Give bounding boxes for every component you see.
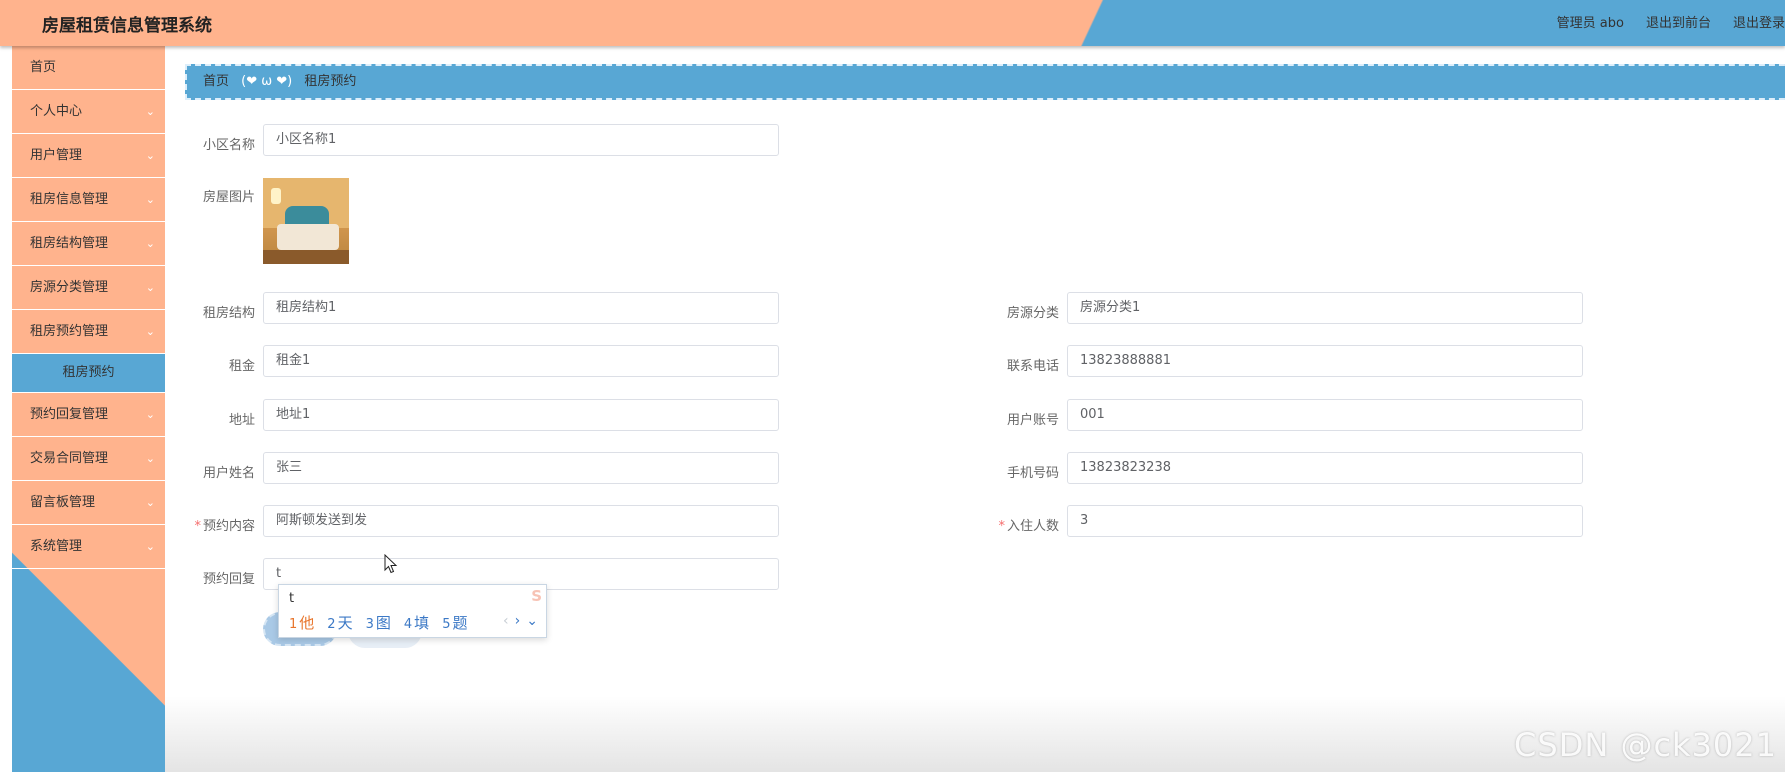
ime-expand-icon[interactable]: ⌄: [526, 613, 538, 629]
chevron-down-icon: ⌄: [145, 452, 155, 465]
phone-input[interactable]: 13823888881: [1067, 345, 1583, 377]
chevron-down-icon: ⌄: [145, 237, 155, 250]
ime-candidate[interactable]: 3图: [366, 612, 391, 633]
mouse-cursor-icon: [384, 554, 398, 574]
chevron-down-icon: ⌄: [145, 105, 155, 118]
sidebar-item-reply-management[interactable]: 预约回复管理 ⌄: [12, 393, 165, 437]
ime-candidate[interactable]: 4填: [404, 612, 429, 633]
chevron-down-icon: ⌄: [145, 193, 155, 206]
ime-candidate[interactable]: 5题: [442, 612, 467, 633]
occupants-label: * 入住人数: [959, 515, 1059, 534]
ime-logo-icon: S: [531, 587, 542, 605]
logout-link[interactable]: 退出登录: [1733, 12, 1785, 31]
sidebar-item-rental-structure[interactable]: 租房结构管理 ⌄: [12, 222, 165, 266]
photo-headboard: [285, 206, 329, 224]
rent-label: 租金: [228, 359, 255, 374]
ime-candidate[interactable]: 1他: [289, 612, 314, 633]
mobile-input[interactable]: 13823823238: [1067, 452, 1583, 484]
photo-lamp: [271, 188, 281, 204]
header-actions: 管理员 abo 退出到前台 退出登录: [1557, 12, 1785, 31]
sidebar-item-message-board[interactable]: 留言板管理 ⌄: [12, 481, 165, 525]
sidebar-item-label: 房源分类管理: [30, 280, 109, 295]
required-mark: *: [194, 519, 201, 534]
occupants-input[interactable]: 3: [1067, 505, 1583, 537]
sidebar-item-label: 系统管理: [30, 539, 83, 554]
photo-floor: [263, 250, 349, 264]
ime-prev-icon[interactable]: ‹: [503, 613, 509, 629]
booking-label: * 预约内容: [155, 515, 255, 534]
structure-input[interactable]: 租房结构1: [263, 292, 779, 324]
community-input[interactable]: 小区名称1: [263, 124, 779, 156]
sidebar-item-label: 租房预约管理: [30, 324, 109, 339]
sidebar-subitem-booking[interactable]: 租房预约: [12, 354, 165, 393]
booking-content-input[interactable]: 阿斯顿发送到发: [263, 505, 779, 537]
community-label: 小区名称: [202, 138, 255, 153]
chevron-down-icon: ⌄: [145, 540, 155, 553]
booking-label-text: 预约内容: [202, 519, 255, 534]
sidebar-item-label: 用户管理: [30, 148, 83, 163]
chevron-down-icon: ⌄: [145, 408, 155, 421]
mobile-label: 手机号码: [1006, 466, 1059, 481]
breadcrumb-current: 租房预约: [304, 74, 357, 89]
sidebar-item-contract-management[interactable]: 交易合同管理 ⌄: [12, 437, 165, 481]
sidebar-item-label: 交易合同管理: [30, 451, 109, 466]
sidebar-item-user-management[interactable]: 用户管理 ⌄: [12, 134, 165, 178]
category-input[interactable]: 房源分类1: [1067, 292, 1583, 324]
breadcrumb: 首页 (❤ ω ❤) 租房预约: [185, 64, 1785, 100]
sidebar-menu: 首页 个人中心 ⌄ 用户管理 ⌄ 租房信息管理 ⌄ 租房结构管理 ⌄ 房源分类管理 ⌄ 租…: [12, 46, 165, 569]
current-user: 管理员 abo: [1556, 16, 1624, 31]
username-input[interactable]: 张三: [263, 452, 779, 484]
sidebar-item-house-category[interactable]: 房源分类管理 ⌄: [12, 266, 165, 310]
phone-label: 联系电话: [1006, 359, 1059, 374]
sidebar: 首页 个人中心 ⌄ 用户管理 ⌄ 租房信息管理 ⌄ 租房结构管理 ⌄ 房源分类管理 ⌄ 租…: [12, 46, 165, 772]
sidebar-item-label: 预约回复管理: [30, 407, 109, 422]
structure-label: 租房结构: [202, 306, 255, 321]
chevron-down-icon: ⌄: [145, 281, 155, 294]
rent-input[interactable]: 租金1: [263, 345, 779, 377]
app-title: 房屋租赁信息管理系统: [42, 16, 212, 36]
address-label: 地址: [228, 413, 255, 428]
house-photo: [263, 178, 349, 264]
sidebar-item-label: 租房信息管理: [30, 192, 109, 207]
watermark: CSDN @ck3021: [1514, 726, 1777, 764]
ime-composition: t: [289, 591, 295, 606]
sidebar-item-label: 留言板管理: [30, 495, 96, 510]
breadcrumb-separator: (❤ ω ❤): [241, 74, 293, 89]
chevron-down-icon: ⌄: [145, 496, 155, 509]
front-page-link[interactable]: 退出到前台: [1646, 12, 1711, 31]
sidebar-item-home[interactable]: 首页: [12, 46, 165, 90]
sidebar-item-booking-management[interactable]: 租房预约管理 ⌄: [12, 310, 165, 354]
left-edge-strip: [0, 46, 12, 772]
ime-next-icon[interactable]: ›: [515, 613, 521, 629]
category-label: 房源分类: [1006, 306, 1059, 321]
ime-candidate[interactable]: 2天: [327, 612, 352, 633]
sidebar-item-rental-info[interactable]: 租房信息管理 ⌄: [12, 178, 165, 222]
top-header: 房屋租赁信息管理系统 管理员 abo 退出到前台 退出登录: [0, 0, 1785, 46]
ime-candidate-popup: t S 1他 2天 3图 4填 5题 ‹ › ⌄: [278, 584, 547, 638]
address-input[interactable]: 地址1: [263, 399, 779, 431]
ime-candidates: 1他 2天 3图 4填 5题: [289, 612, 467, 633]
reply-label: 预约回复: [202, 572, 255, 587]
required-mark: *: [998, 519, 1005, 534]
sidebar-item-personal-center[interactable]: 个人中心 ⌄: [12, 90, 165, 134]
photo-bed: [277, 224, 339, 250]
sidebar-item-label: 个人中心: [30, 104, 83, 119]
breadcrumb-home[interactable]: 首页: [203, 74, 229, 89]
sidebar-item-label: 租房结构管理: [30, 236, 109, 251]
sidebar-item-system[interactable]: 系统管理 ⌄: [12, 525, 165, 569]
account-label: 用户账号: [1006, 413, 1059, 428]
occupants-label-text: 入住人数: [1006, 519, 1059, 534]
ime-nav: ‹ › ⌄: [503, 613, 538, 629]
chevron-down-icon: ⌄: [145, 149, 155, 162]
chevron-down-icon: ⌄: [145, 325, 155, 338]
sidebar-item-label: 首页: [30, 60, 57, 75]
account-input[interactable]: 001: [1067, 399, 1583, 431]
photo-label: 房屋图片: [202, 190, 255, 205]
username-label: 用户姓名: [202, 466, 255, 481]
main-content: 首页 (❤ ω ❤) 租房预约 小区名称 小区名称1 房屋图片 租房结构 租房结…: [165, 46, 1785, 772]
